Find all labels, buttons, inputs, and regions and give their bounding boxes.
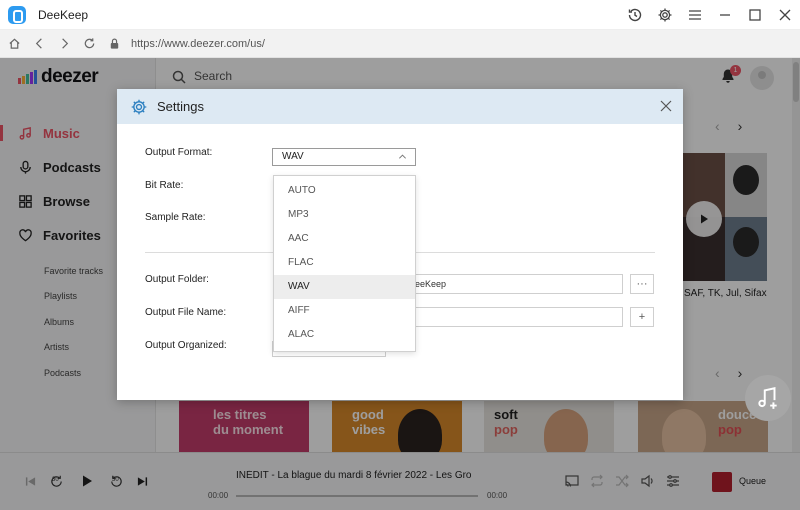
- gear-icon[interactable]: [650, 0, 680, 30]
- output-format-label: Output Format:: [145, 147, 213, 158]
- format-option-mp3[interactable]: MP3: [274, 203, 415, 227]
- minimize-icon[interactable]: [710, 0, 740, 30]
- close-icon[interactable]: [770, 0, 800, 30]
- browse-folder-button[interactable]: ···: [630, 274, 654, 294]
- output-folder-field[interactable]: eeKeep: [409, 274, 623, 294]
- app-logo-icon: [8, 5, 26, 24]
- history-icon[interactable]: [620, 0, 650, 30]
- back-icon[interactable]: [28, 33, 50, 55]
- reload-icon[interactable]: [78, 33, 100, 55]
- format-option-auto[interactable]: AUTO: [274, 179, 415, 203]
- url-field[interactable]: https://www.deezer.com/us/: [131, 38, 265, 50]
- add-file-name-button[interactable]: +: [630, 307, 654, 327]
- settings-dialog: Settings Output Format: Bit Rate: Sample…: [117, 89, 683, 400]
- format-option-flac[interactable]: FLAC: [274, 251, 415, 275]
- window-title: DeeKeep: [38, 7, 89, 22]
- output-folder-label: Output Folder:: [145, 274, 209, 285]
- forward-icon[interactable]: [53, 33, 75, 55]
- format-option-aac[interactable]: AAC: [274, 227, 415, 251]
- maximize-icon[interactable]: [740, 0, 770, 30]
- format-options-list: AUTO MP3 AAC FLAC WAV AIFF ALAC: [274, 176, 415, 347]
- close-icon[interactable]: [659, 99, 673, 113]
- output-file-name-field[interactable]: [409, 307, 623, 327]
- bit-rate-label: Bit Rate:: [145, 180, 184, 191]
- home-icon[interactable]: [3, 33, 25, 55]
- add-music-icon[interactable]: [745, 375, 791, 421]
- dialog-title: Settings: [157, 99, 204, 114]
- hamburger-icon[interactable]: [680, 0, 710, 30]
- format-option-aiff[interactable]: AIFF: [274, 299, 415, 323]
- dialog-header: Settings: [117, 89, 683, 124]
- output-format-value: WAV: [282, 151, 304, 162]
- gear-icon: [131, 99, 147, 114]
- output-organized-label: Output Organized:: [145, 340, 227, 351]
- chevron-up-icon: [398, 154, 407, 159]
- lock-icon: [103, 33, 125, 55]
- title-bar: DeeKeep: [0, 0, 800, 30]
- output-file-name-label: Output File Name:: [145, 307, 227, 318]
- format-option-alac[interactable]: ALAC: [274, 323, 415, 347]
- format-option-wav[interactable]: WAV: [274, 275, 415, 299]
- output-format-dropdown: AUTO MP3 AAC FLAC WAV AIFF ALAC: [273, 175, 416, 352]
- browser-toolbar: https://www.deezer.com/us/: [0, 30, 800, 58]
- sample-rate-label: Sample Rate:: [145, 212, 206, 223]
- output-format-select[interactable]: WAV: [272, 148, 416, 166]
